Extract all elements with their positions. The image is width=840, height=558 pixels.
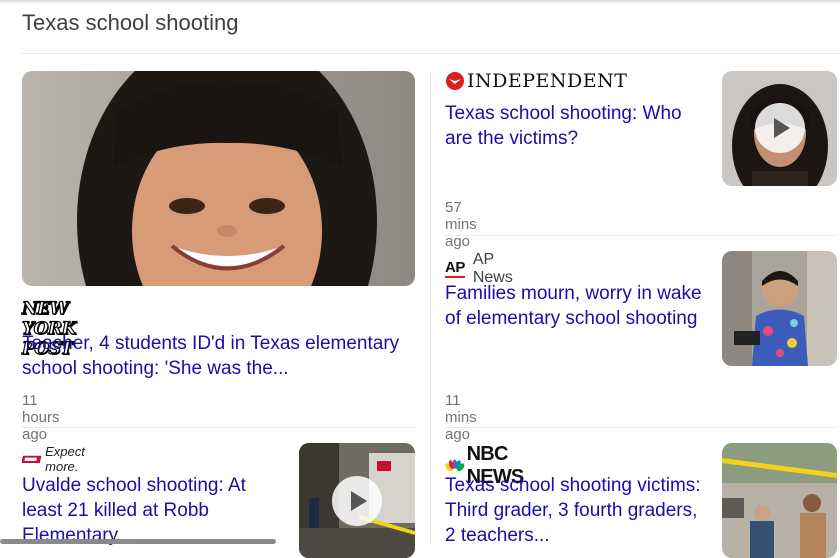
headline-link[interactable]: Families mourn, worry in wake of element… bbox=[445, 281, 707, 331]
woman-portrait-image bbox=[22, 71, 415, 286]
independent-eagle-icon bbox=[446, 72, 464, 90]
source-logo-expectmore: Expect more. bbox=[22, 444, 96, 474]
headline-link[interactable]: Texas school shooting victims: Third gra… bbox=[445, 473, 707, 548]
news-thumbnail[interactable] bbox=[722, 443, 837, 558]
section-divider bbox=[22, 53, 840, 54]
play-icon[interactable] bbox=[332, 476, 382, 526]
boy-photo-image bbox=[722, 251, 837, 366]
ap-logo-icon: AP bbox=[445, 259, 465, 278]
time-ago: 11 mins ago bbox=[445, 392, 477, 443]
station-logo-icon bbox=[22, 455, 42, 463]
news-thumbnail[interactable] bbox=[722, 71, 837, 186]
headline-link[interactable]: Texas school shooting: Who are the victi… bbox=[445, 101, 707, 151]
news-thumbnail[interactable] bbox=[22, 71, 415, 286]
card-divider bbox=[445, 235, 837, 236]
section-title: Texas school shooting bbox=[22, 10, 239, 35]
headline-link[interactable]: Teacher, 4 students ID'd in Texas elemen… bbox=[22, 331, 417, 381]
top-shadow bbox=[0, 0, 840, 4]
horizontal-scrollbar[interactable] bbox=[0, 539, 276, 544]
news-thumbnail[interactable] bbox=[722, 251, 837, 366]
play-icon[interactable] bbox=[755, 103, 805, 153]
news-thumbnail[interactable] bbox=[299, 443, 415, 558]
source-logo-independent: INDEPENDENT bbox=[445, 70, 627, 92]
time-ago: 57 mins ago bbox=[445, 199, 477, 250]
time-ago: 11 hours ago bbox=[22, 392, 60, 443]
card-divider bbox=[22, 427, 415, 428]
column-divider bbox=[430, 72, 431, 544]
card-divider bbox=[445, 427, 837, 428]
headline-link[interactable]: Uvalde school shooting: At least 21 kill… bbox=[22, 473, 287, 548]
crime-scene-image bbox=[722, 443, 837, 558]
